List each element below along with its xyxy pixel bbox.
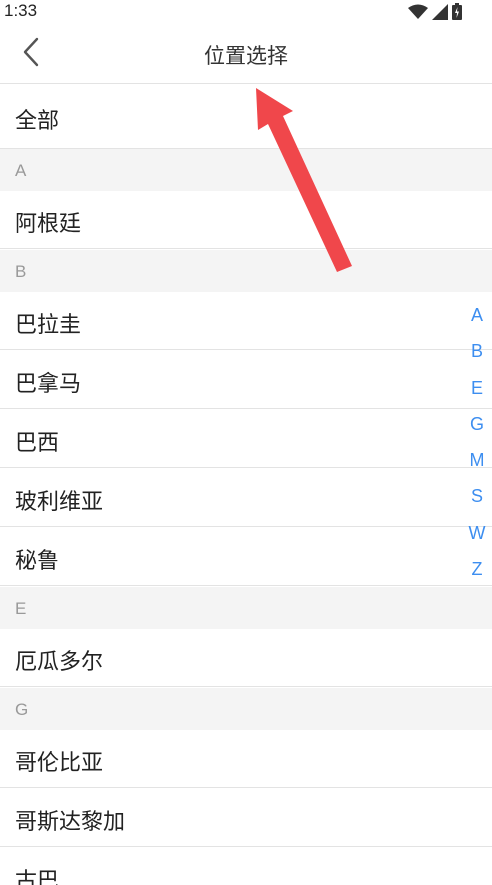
index-letter-w[interactable]: W	[466, 518, 488, 554]
nav-bar: 位置选择	[0, 24, 492, 84]
list-item-label: 古巴	[15, 869, 60, 885]
list-item-label: 哥伦比亚	[15, 751, 104, 776]
list-item-label: 厄瓜多尔	[15, 650, 104, 675]
index-letter-a[interactable]: A	[466, 300, 488, 336]
list-item[interactable]: 巴拿马	[0, 351, 492, 409]
list-item-all[interactable]: 全部	[0, 85, 492, 149]
alphabet-index-bar[interactable]: A B E G M S W Z	[466, 300, 488, 590]
location-select-screen: 1:33 位置选择 全部 A 阿根廷 B 巴拉圭 巴拿马 巴西 玻利维亚 秘鲁 …	[0, 0, 492, 885]
list-item[interactable]: 阿根廷	[0, 191, 492, 249]
section-header-b: B	[0, 250, 492, 292]
list-item[interactable]: 巴西	[0, 410, 492, 468]
list-item-label: 玻利维亚	[15, 490, 104, 515]
list-item[interactable]: 哥伦比亚	[0, 730, 492, 788]
battery-icon	[452, 3, 462, 24]
index-letter-g[interactable]: G	[466, 409, 488, 445]
page-title: 位置选择	[204, 44, 288, 68]
index-letter-s[interactable]: S	[466, 481, 488, 517]
index-letter-b[interactable]: B	[466, 336, 488, 372]
list-item-label: 秘鲁	[15, 549, 60, 574]
index-letter-m[interactable]: M	[466, 445, 488, 481]
list-item-label: 巴拉圭	[15, 313, 82, 338]
status-time: 1:33	[4, 1, 38, 20]
list-item[interactable]: 哥斯达黎加	[0, 789, 492, 847]
status-bar: 1:33	[0, 0, 492, 24]
section-letter: G	[15, 700, 29, 719]
index-letter-e[interactable]: E	[466, 373, 488, 409]
cellular-signal-icon	[432, 3, 448, 24]
status-icons	[408, 3, 462, 24]
list-item-label: 巴拿马	[15, 372, 82, 397]
list-item[interactable]: 古巴	[0, 848, 492, 885]
wifi-icon	[408, 4, 428, 24]
section-letter: B	[15, 262, 27, 281]
section-letter: E	[15, 599, 27, 618]
list-item-label: 哥斯达黎加	[15, 810, 126, 835]
section-letter: A	[15, 161, 27, 180]
section-header-g: G	[0, 688, 492, 730]
list-item-label: 巴西	[15, 431, 60, 456]
index-letter-z[interactable]: Z	[466, 554, 488, 590]
section-header-a: A	[0, 149, 492, 191]
section-header-e: E	[0, 587, 492, 629]
list-item[interactable]: 玻利维亚	[0, 469, 492, 527]
list-item[interactable]: 秘鲁	[0, 528, 492, 586]
list-item-label: 阿根廷	[15, 212, 82, 237]
list-item-label: 全部	[15, 109, 60, 134]
list-item[interactable]: 巴拉圭	[0, 292, 492, 350]
list-item[interactable]: 厄瓜多尔	[0, 629, 492, 687]
